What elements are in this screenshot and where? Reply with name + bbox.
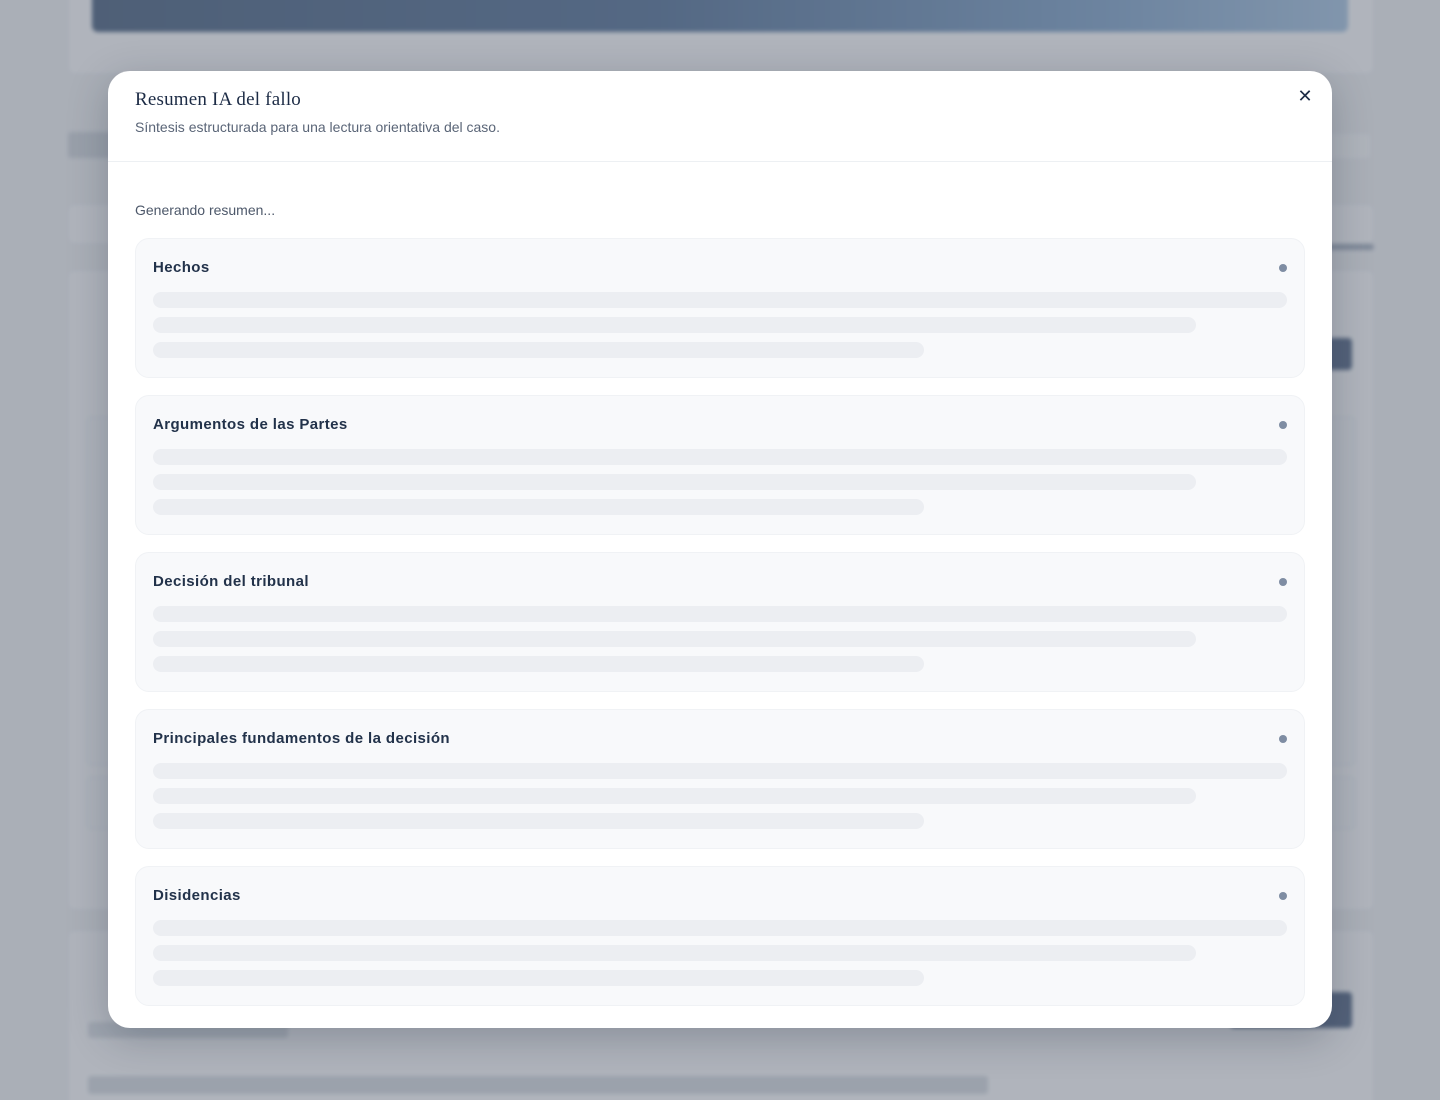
- skeleton-line: [153, 970, 925, 986]
- section-title: Principales fundamentos de la decisión: [153, 730, 450, 747]
- skeleton-line: [153, 317, 1197, 333]
- close-icon: ✕: [1297, 85, 1313, 107]
- summary-section-argumentos: Argumentos de las Partes: [135, 395, 1305, 535]
- loading-dot-icon: [1279, 578, 1287, 586]
- modal-body: Generando resumen... Hechos Argumentos d…: [108, 162, 1332, 1006]
- section-title: Decisión del tribunal: [153, 573, 309, 590]
- skeleton-line: [153, 656, 925, 672]
- skeleton-line: [153, 474, 1197, 490]
- summary-section-hechos: Hechos: [135, 238, 1305, 378]
- section-title: Hechos: [153, 259, 210, 276]
- skeleton-line: [153, 813, 925, 829]
- modal-subtitle: Síntesis estructurada para una lectura o…: [135, 119, 500, 135]
- skeleton-line: [153, 606, 1287, 622]
- section-title: Argumentos de las Partes: [153, 416, 348, 433]
- loading-dot-icon: [1279, 421, 1287, 429]
- modal-title: Resumen IA del fallo: [135, 89, 301, 110]
- skeleton-line: [153, 631, 1197, 647]
- loading-dot-icon: [1279, 892, 1287, 900]
- summary-section-fundamentos: Principales fundamentos de la decisión: [135, 709, 1305, 849]
- skeleton-line: [153, 449, 1287, 465]
- close-button[interactable]: ✕: [1294, 85, 1316, 107]
- modal-header: Resumen IA del fallo Síntesis estructura…: [108, 71, 1332, 162]
- section-title: Disidencias: [153, 887, 241, 904]
- skeleton-line: [153, 920, 1287, 936]
- loading-status: Generando resumen...: [135, 202, 276, 218]
- loading-dot-icon: [1279, 264, 1287, 272]
- loading-dot-icon: [1279, 735, 1287, 743]
- skeleton-line: [153, 788, 1197, 804]
- ai-summary-modal: Resumen IA del fallo Síntesis estructura…: [108, 71, 1332, 1028]
- skeleton-line: [153, 292, 1287, 308]
- summary-section-disidencias: Disidencias: [135, 866, 1305, 1006]
- skeleton-line: [153, 945, 1197, 961]
- summary-section-decision: Decisión del tribunal: [135, 552, 1305, 692]
- skeleton-line: [153, 342, 925, 358]
- skeleton-line: [153, 499, 925, 515]
- skeleton-line: [153, 763, 1287, 779]
